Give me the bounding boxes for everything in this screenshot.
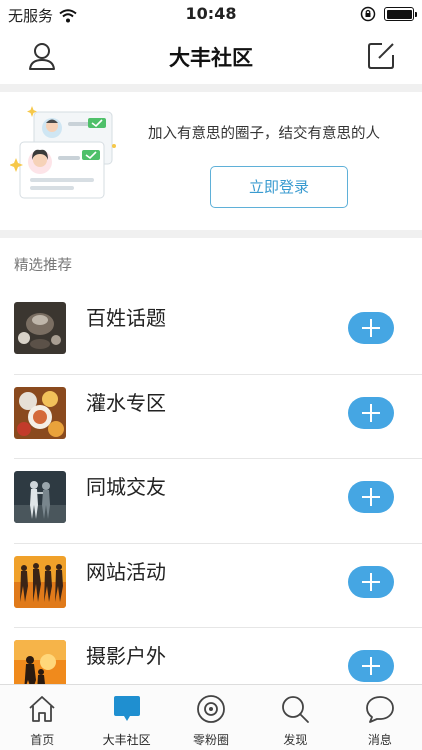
divider	[0, 84, 422, 92]
compose-icon[interactable]	[366, 41, 396, 71]
divider	[0, 230, 422, 238]
status-bar: 无服务 10:48	[0, 0, 422, 28]
message-icon	[365, 696, 394, 723]
add-button[interactable]	[348, 565, 394, 598]
chat-bubble-icon	[113, 696, 140, 721]
profile-cards-illustration	[10, 106, 116, 199]
tab-label: 发现	[283, 733, 308, 747]
app-screen: 无服务 10:48 大丰社区 加入有意思的圈子，结交有意思的人 立即登录 精选推…	[0, 0, 422, 750]
community-title: 百姓话题	[86, 306, 166, 330]
couple-photo	[14, 471, 66, 523]
food-photo	[14, 386, 66, 439]
add-button[interactable]	[348, 650, 394, 682]
community-title: 同城交友	[86, 475, 166, 499]
list-item[interactable]: 同城交友	[0, 459, 422, 544]
banner-tagline: 加入有意思的圈子，结交有意思的人	[148, 126, 380, 142]
tab-label: 消息	[367, 733, 392, 747]
page-title: 大丰社区	[169, 46, 253, 70]
tab-label: 首页	[30, 733, 55, 747]
community-title: 灌水专区	[86, 390, 166, 415]
list-item[interactable]: 网站活动	[0, 544, 422, 628]
tab-label: 大丰社区	[102, 733, 151, 747]
circle-icon	[197, 695, 225, 723]
add-button[interactable]	[348, 396, 394, 429]
tab-discover[interactable]: 发现	[253, 685, 337, 750]
list-item[interactable]: 百姓话题	[0, 290, 422, 375]
search-icon	[282, 696, 310, 723]
tab-home[interactable]: 首页	[0, 685, 84, 750]
community-title: 网站活动	[86, 559, 166, 584]
orientation-lock-icon	[360, 6, 376, 22]
add-button[interactable]	[348, 481, 394, 513]
tab-circle[interactable]: 零粉圈	[169, 685, 253, 750]
status-time: 10:48	[185, 4, 237, 23]
list-item[interactable]: 灌水专区	[0, 375, 422, 459]
section-label: 精选推荐	[14, 258, 72, 274]
login-button[interactable]: 立即登录	[210, 166, 348, 208]
login-banner: 加入有意思的圈子，结交有意思的人 立即登录	[0, 92, 422, 230]
community-list: 百姓话题 灌水专区 同城交友 网站活动 摄影户外	[0, 290, 422, 713]
home-icon	[29, 696, 55, 722]
nav-bar: 大丰社区	[0, 28, 422, 84]
tab-bar: 首页 大丰社区 零粉圈 发现 消息	[0, 684, 422, 750]
tab-messages[interactable]: 消息	[338, 685, 422, 750]
community-title: 摄影户外	[86, 644, 166, 668]
status-right	[360, 6, 417, 22]
battery-icon	[384, 7, 417, 21]
tea-set-photo	[14, 302, 66, 354]
tab-label: 零粉圈	[193, 733, 230, 747]
tab-community[interactable]: 大丰社区	[84, 685, 168, 750]
add-button[interactable]	[348, 312, 394, 344]
dancers-photo	[14, 555, 66, 608]
